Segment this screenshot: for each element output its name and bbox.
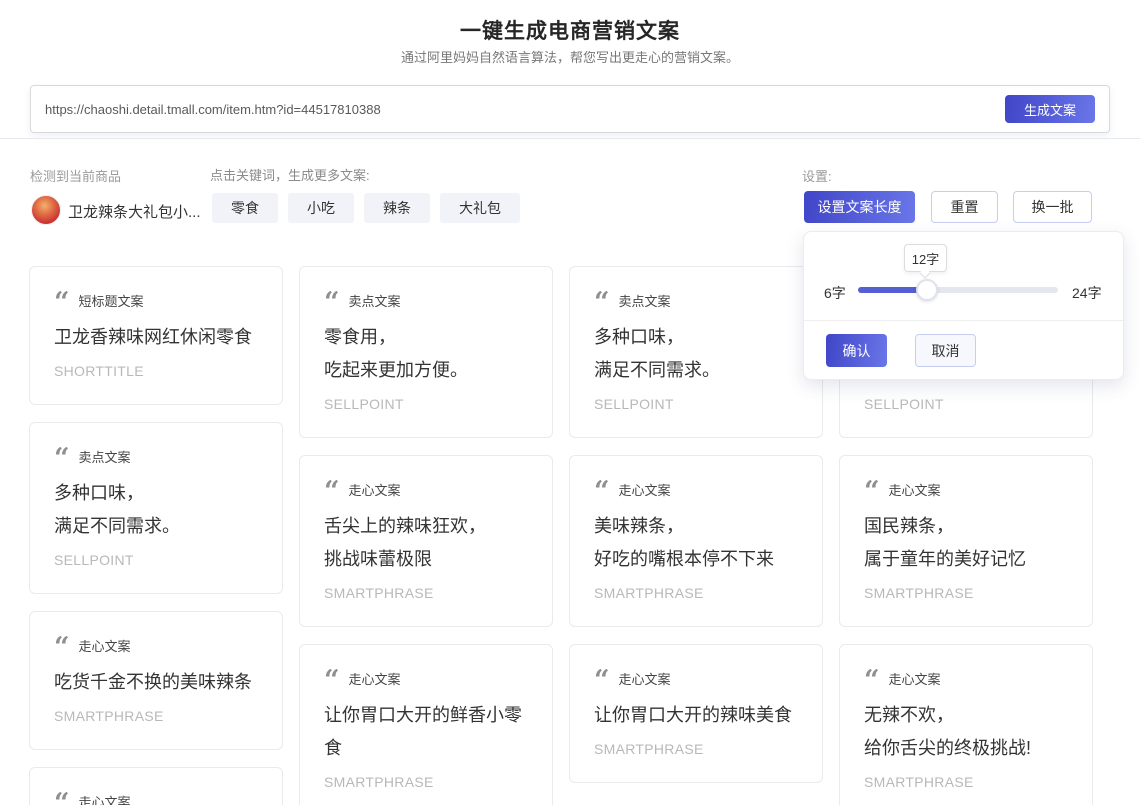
- card-category: SMARTPHRASE: [864, 585, 1068, 602]
- copy-card-smartphrase[interactable]: “ 走心文案 让你胃口大开的鲜香小零食 SMARTPHRASE: [299, 644, 553, 805]
- header-divider: [0, 138, 1140, 139]
- copy-card-sellpoint[interactable]: “ 卖点文案 零食用， 吃起来更加方便。 SELLPOINT: [299, 266, 553, 438]
- card-type-label: 走心文案: [349, 669, 401, 689]
- card-category: SMARTPHRASE: [594, 585, 798, 602]
- keyword-chips: 零食 小吃 辣条 大礼包: [212, 193, 520, 223]
- copy-card-partial[interactable]: “ 走心文案: [29, 767, 283, 805]
- quote-icon: “: [594, 291, 610, 309]
- reset-button[interactable]: 重置: [931, 191, 998, 223]
- copy-card-sellpoint[interactable]: “ 卖点文案 多种口味， 满足不同需求。 SELLPOINT: [29, 422, 283, 594]
- card-type-label: 走心文案: [79, 792, 131, 805]
- copy-card-smartphrase[interactable]: “ 走心文案 让你胃口大开的辣味美食 SMARTPHRASE: [569, 644, 823, 783]
- quote-icon: “: [324, 291, 340, 309]
- copy-card-smartphrase[interactable]: “ 走心文案 美味辣条， 好吃的嘴根本停不下来 SMARTPHRASE: [569, 455, 823, 627]
- card-type-label: 走心文案: [889, 669, 941, 689]
- card-type-label: 卖点文案: [79, 447, 131, 467]
- length-slider-track[interactable]: [858, 287, 1058, 293]
- card-text-line: 无辣不欢，: [864, 699, 1068, 732]
- keyword-chip-latiao[interactable]: 辣条: [364, 193, 430, 223]
- copy-card-smartphrase[interactable]: “ 走心文案 无辣不欢， 给你舌尖的终极挑战! SMARTPHRASE: [839, 644, 1093, 805]
- cards-column-3: “ 卖点文案 多种口味， 满足不同需求。 SELLPOINT “ 走心文案 美味…: [569, 266, 823, 783]
- detected-product-label: 检测到当前商品: [30, 166, 121, 185]
- card-category: SELLPOINT: [324, 396, 528, 413]
- keyword-chip-lingshi[interactable]: 零食: [212, 193, 278, 223]
- card-category: SELLPOINT: [594, 396, 798, 413]
- card-category: SMARTPHRASE: [864, 774, 1068, 791]
- set-length-button[interactable]: 设置文案长度: [804, 191, 915, 223]
- card-text-line: 卫龙香辣味网红休闲零食: [54, 321, 258, 354]
- card-category: SMARTPHRASE: [324, 774, 528, 791]
- product-name: 卫龙辣条大礼包小...: [68, 201, 201, 222]
- refresh-batch-button[interactable]: 换一批: [1013, 191, 1092, 223]
- page-title: 一键生成电商营销文案: [0, 15, 1140, 45]
- quote-icon: “: [594, 480, 610, 498]
- card-text-line: 国民辣条，: [864, 510, 1068, 543]
- card-category: SMARTPHRASE: [324, 585, 528, 602]
- cards-column-2: “ 卖点文案 零食用， 吃起来更加方便。 SELLPOINT “ 走心文案 舌尖…: [299, 266, 553, 805]
- quote-icon: “: [54, 636, 70, 654]
- card-text-line: 多种口味，: [594, 321, 798, 354]
- card-text-line: 零食用，: [324, 321, 528, 354]
- card-text-line: 给你舌尖的终极挑战!: [864, 732, 1068, 765]
- keyword-chip-dalibao[interactable]: 大礼包: [440, 193, 520, 223]
- copy-generator-page: 一键生成电商营销文案 通过阿里妈妈自然语言算法，帮您写出更走心的营销文案。 生成…: [0, 0, 1140, 805]
- card-category: SHORTTITLE: [54, 363, 258, 380]
- slider-max-label: 24字: [1072, 283, 1102, 303]
- card-type-label: 卖点文案: [349, 291, 401, 311]
- card-type-label: 卖点文案: [619, 291, 671, 311]
- card-text-line: 舌尖上的辣味狂欢，: [324, 510, 528, 543]
- copy-card-sellpoint[interactable]: “ 卖点文案 多种口味， 满足不同需求。 SELLPOINT: [569, 266, 823, 438]
- quote-icon: “: [324, 480, 340, 498]
- card-type-label: 走心文案: [349, 480, 401, 500]
- page-subtitle: 通过阿里妈妈自然语言算法，帮您写出更走心的营销文案。: [0, 47, 1140, 66]
- card-type-label: 走心文案: [619, 480, 671, 500]
- card-category: SMARTPHRASE: [594, 741, 798, 758]
- settings-buttons: 设置文案长度 重置 换一批: [804, 191, 1092, 223]
- card-text-line: 属于童年的美好记忆: [864, 543, 1068, 576]
- card-text-line: 满足不同需求。: [594, 354, 798, 387]
- card-text-line: 美味辣条，: [594, 510, 798, 543]
- card-text-line: 满足不同需求。: [54, 510, 258, 543]
- card-category: SELLPOINT: [864, 396, 1068, 413]
- quote-icon: “: [54, 792, 70, 805]
- copy-card-smartphrase[interactable]: “ 走心文案 吃货千金不换的美味辣条 SMARTPHRASE: [29, 611, 283, 750]
- cards-column-1: “ 短标题文案 卫龙香辣味网红休闲零食 SHORTTITLE “ 卖点文案 多种…: [29, 266, 283, 805]
- quote-icon: “: [864, 669, 880, 687]
- slider-min-label: 6字: [824, 283, 846, 303]
- card-type-label: 走心文案: [79, 636, 131, 656]
- quote-icon: “: [54, 291, 70, 309]
- length-slider-handle[interactable]: [916, 279, 938, 301]
- popup-divider: [804, 320, 1123, 321]
- quote-icon: “: [594, 669, 610, 687]
- confirm-button[interactable]: 确认: [826, 334, 887, 367]
- quote-icon: “: [324, 669, 340, 687]
- keyword-chip-xiaochi[interactable]: 小吃: [288, 193, 354, 223]
- card-type-label: 走心文案: [889, 480, 941, 500]
- product-thumbnail: [31, 195, 61, 225]
- url-input[interactable]: [45, 102, 1005, 117]
- copy-card-smartphrase[interactable]: “ 走心文案 舌尖上的辣味狂欢， 挑战味蕾极限 SMARTPHRASE: [299, 455, 553, 627]
- settings-label: 设置:: [802, 166, 832, 185]
- quote-icon: “: [864, 480, 880, 498]
- card-text-line: 让你胃口大开的辣味美食: [594, 699, 798, 732]
- copy-card-shorttitle[interactable]: “ 短标题文案 卫龙香辣味网红休闲零食 SHORTTITLE: [29, 266, 283, 405]
- card-text-line: 挑战味蕾极限: [324, 543, 528, 576]
- cancel-button[interactable]: 取消: [915, 334, 976, 367]
- generate-copy-button[interactable]: 生成文案: [1005, 95, 1095, 123]
- quote-icon: “: [54, 447, 70, 465]
- card-type-label: 走心文案: [619, 669, 671, 689]
- card-text-line: 让你胃口大开的鲜香小零食: [324, 699, 528, 765]
- card-category: SMARTPHRASE: [54, 708, 258, 725]
- card-type-label: 短标题文案: [79, 291, 144, 311]
- keywords-hint-label: 点击关键词，生成更多文案:: [210, 165, 370, 184]
- length-setting-popup: 12字 6字 24字 确认 取消: [803, 231, 1124, 380]
- card-category: SELLPOINT: [54, 552, 258, 569]
- url-input-box: 生成文案: [30, 85, 1110, 133]
- copy-card-smartphrase[interactable]: “ 走心文案 国民辣条， 属于童年的美好记忆 SMARTPHRASE: [839, 455, 1093, 627]
- card-text-line: 吃货千金不换的美味辣条: [54, 666, 258, 699]
- card-text-line: 多种口味，: [54, 477, 258, 510]
- card-text-line: 好吃的嘴根本停不下来: [594, 543, 798, 576]
- card-text-line: 吃起来更加方便。: [324, 354, 528, 387]
